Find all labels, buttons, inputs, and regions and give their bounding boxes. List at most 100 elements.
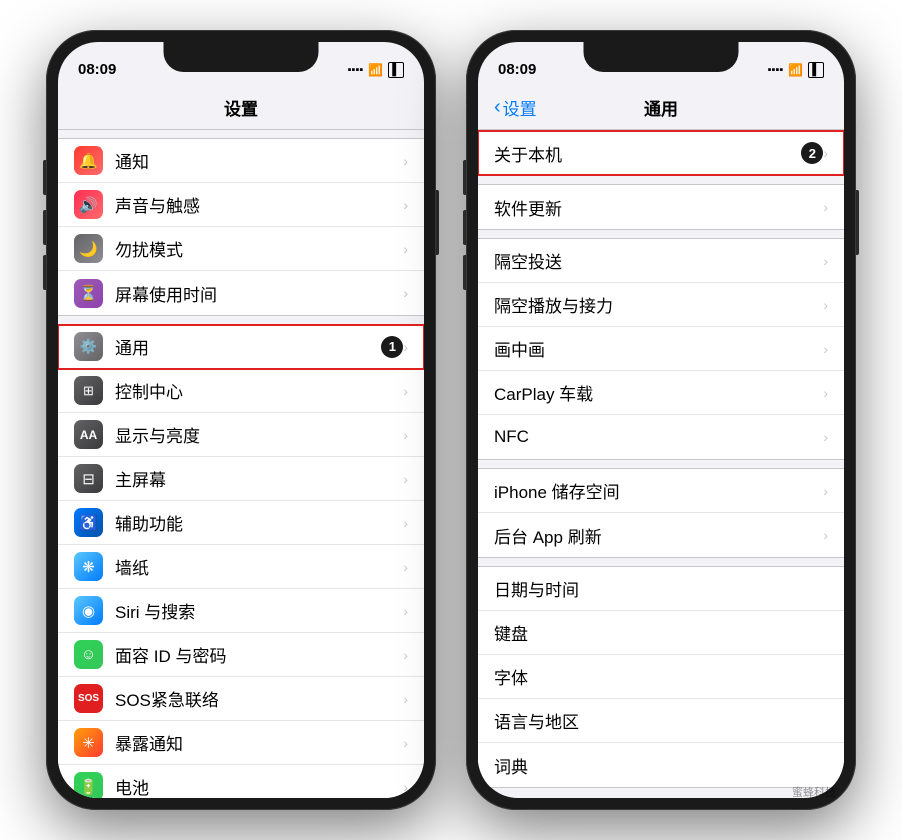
phone2-nav-title: 通用 xyxy=(644,95,678,120)
phone2-status-icons: ▪▪▪▪ 📶 ▌ xyxy=(768,62,824,78)
wifi-icon: 📶 xyxy=(368,63,383,77)
signal-icon: ▪▪▪▪ xyxy=(348,64,364,76)
phone2-navbar: ‹ 设置 通用 xyxy=(478,86,844,130)
phone2-screen: 08:09 ▪▪▪▪ 📶 ▌ ‹ 设置 通用 关于本机 2 › xyxy=(478,42,844,798)
phone1-nav-title: 设置 xyxy=(224,95,258,120)
control-chevron: › xyxy=(403,383,408,399)
settings-item-wallpaper[interactable]: ❋ 墙纸 › xyxy=(58,545,424,589)
settings-item-datetime[interactable]: 日期与时间 xyxy=(478,567,844,611)
settings-item-battery[interactable]: 🔋 电池 › xyxy=(58,765,424,798)
settings-item-dnd[interactable]: 🌙 勿扰模式 › xyxy=(58,227,424,271)
settings-item-exposure[interactable]: ✳ 暴露通知 › xyxy=(58,721,424,765)
siri-icon: ◉ xyxy=(74,596,103,625)
pip-chevron: › xyxy=(823,341,828,357)
display-label: 显示与亮度 xyxy=(115,422,403,447)
faceid-chevron: › xyxy=(403,647,408,663)
phone1-status-icons: ▪▪▪▪ 📶 ▌ xyxy=(348,62,404,78)
sos-label: SOS紧急联络 xyxy=(115,686,403,711)
settings-item-home[interactable]: ⊟ 主屏幕 › xyxy=(58,457,424,501)
settings-item-nfc[interactable]: NFC › xyxy=(478,415,844,459)
phone2-back-button[interactable]: ‹ 设置 xyxy=(494,95,537,120)
settings-item-sos[interactable]: SOS SOS紧急联络 › xyxy=(58,677,424,721)
home-chevron: › xyxy=(403,471,408,487)
phone2-back-label: 设置 xyxy=(503,95,537,120)
phone2-content: 关于本机 2 › 软件更新 › 隔空投送 › 隔空播放与接力 xyxy=(478,130,844,798)
accessibility-label: 辅助功能 xyxy=(115,510,403,535)
back-chevron-icon: ‹ xyxy=(494,96,501,119)
faceid-icon: ☺ xyxy=(74,640,103,669)
general-chevron: › xyxy=(403,339,408,355)
storage-label: iPhone 储存空间 xyxy=(494,478,823,503)
language-label: 语言与地区 xyxy=(494,708,828,733)
softwareupdate-chevron: › xyxy=(823,199,828,215)
settings-item-general[interactable]: ⚙️ 通用 1 › xyxy=(58,325,424,369)
notifications-chevron: › xyxy=(403,153,408,169)
settings-item-about[interactable]: 关于本机 2 › xyxy=(478,131,844,175)
dictionary-label: 词典 xyxy=(494,753,828,778)
sos-icon: SOS xyxy=(74,684,103,713)
airplay-chevron: › xyxy=(823,297,828,313)
nfc-label: NFC xyxy=(494,427,823,447)
wifi-icon2: 📶 xyxy=(788,63,803,77)
datetime-label: 日期与时间 xyxy=(494,576,828,601)
settings-item-control[interactable]: ⊞ 控制中心 › xyxy=(58,369,424,413)
settings-item-sounds[interactable]: 🔊 声音与触感 › xyxy=(58,183,424,227)
notifications-label: 通知 xyxy=(115,148,403,173)
phone1-notch xyxy=(164,42,319,72)
phone1-navbar: 设置 xyxy=(58,86,424,130)
settings-item-backgroundapp[interactable]: 后台 App 刷新 › xyxy=(478,513,844,557)
signal-icon2: ▪▪▪▪ xyxy=(768,64,784,76)
settings-item-dictionary[interactable]: 词典 xyxy=(478,743,844,787)
screentime-label: 屏幕使用时间 xyxy=(115,281,403,306)
watermark: 蜜蜂科技 xyxy=(792,784,836,800)
phone1-content: 🔔 通知 › 🔊 声音与触感 › 🌙 勿扰模式 xyxy=(58,130,424,798)
screentime-chevron: › xyxy=(403,285,408,301)
display-icon: AA xyxy=(74,420,103,449)
phone1-group2: ⚙️ 通用 1 › ⊞ 控制中心 › AA 显示与 xyxy=(58,324,424,798)
settings-item-storage[interactable]: iPhone 储存空间 › xyxy=(478,469,844,513)
sounds-chevron: › xyxy=(403,197,408,213)
siri-chevron: › xyxy=(403,603,408,619)
settings-item-font[interactable]: 字体 xyxy=(478,655,844,699)
settings-item-pip[interactable]: 画中画 › xyxy=(478,327,844,371)
general-icon: ⚙️ xyxy=(74,332,103,361)
carplay-label: CarPlay 车载 xyxy=(494,380,823,405)
phone2-time: 08:09 xyxy=(498,61,536,78)
backgroundapp-label: 后台 App 刷新 xyxy=(494,523,823,548)
phone2: 08:09 ▪▪▪▪ 📶 ▌ ‹ 设置 通用 关于本机 2 › xyxy=(466,30,856,810)
control-label: 控制中心 xyxy=(115,378,403,403)
faceid-label: 面容 ID 与密码 xyxy=(115,642,403,667)
settings-item-language[interactable]: 语言与地区 xyxy=(478,699,844,743)
phone2-group4: iPhone 储存空间 › 后台 App 刷新 › xyxy=(478,468,844,558)
settings-item-airdrop[interactable]: 隔空投送 › xyxy=(478,239,844,283)
battery-label: 电池 xyxy=(115,774,403,798)
settings-item-screentime[interactable]: ⏳ 屏幕使用时间 › xyxy=(58,271,424,315)
airplay-label: 隔空播放与接力 xyxy=(494,292,823,317)
battery-chevron: › xyxy=(403,779,408,795)
control-icon: ⊞ xyxy=(74,376,103,405)
phone1: 08:09 ▪▪▪▪ 📶 ▌ 设置 🔔 通知 › xyxy=(46,30,436,810)
settings-item-carplay[interactable]: CarPlay 车载 › xyxy=(478,371,844,415)
phone2-group2: 软件更新 › xyxy=(478,184,844,230)
notifications-icon: 🔔 xyxy=(74,146,103,175)
wallpaper-label: 墙纸 xyxy=(115,554,403,579)
keyboard-label: 键盘 xyxy=(494,620,828,645)
settings-item-accessibility[interactable]: ♿ 辅助功能 › xyxy=(58,501,424,545)
siri-label: Siri 与搜索 xyxy=(115,598,403,623)
phone2-notch xyxy=(584,42,739,72)
settings-item-softwareupdate[interactable]: 软件更新 › xyxy=(478,185,844,229)
settings-item-siri[interactable]: ◉ Siri 与搜索 › xyxy=(58,589,424,633)
sos-chevron: › xyxy=(403,691,408,707)
dnd-icon: 🌙 xyxy=(74,234,103,263)
softwareupdate-label: 软件更新 xyxy=(494,195,823,220)
settings-item-keyboard[interactable]: 键盘 xyxy=(478,611,844,655)
settings-item-airplay[interactable]: 隔空播放与接力 › xyxy=(478,283,844,327)
settings-item-notifications[interactable]: 🔔 通知 › xyxy=(58,139,424,183)
accessibility-chevron: › xyxy=(403,515,408,531)
display-chevron: › xyxy=(403,427,408,443)
phone1-screen: 08:09 ▪▪▪▪ 📶 ▌ 设置 🔔 通知 › xyxy=(58,42,424,798)
settings-item-display[interactable]: AA 显示与亮度 › xyxy=(58,413,424,457)
dnd-chevron: › xyxy=(403,241,408,257)
settings-item-faceid[interactable]: ☺ 面容 ID 与密码 › xyxy=(58,633,424,677)
sounds-label: 声音与触感 xyxy=(115,192,403,217)
